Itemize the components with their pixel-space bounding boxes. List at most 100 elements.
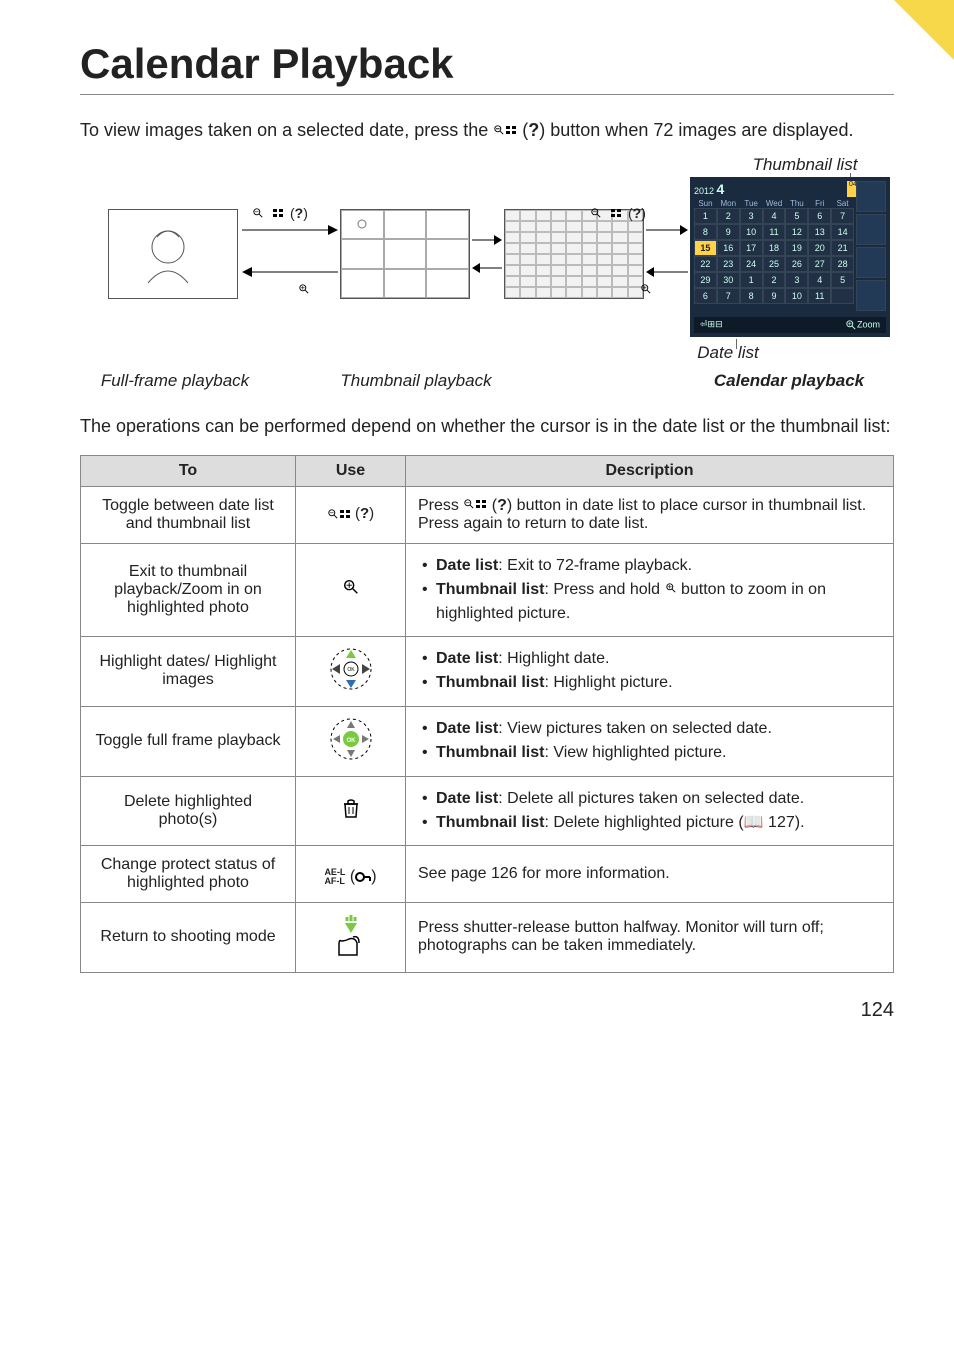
full-frame-caption: Full-frame playback xyxy=(100,371,250,391)
cell-to: Toggle between date list and thumbnail l… xyxy=(81,486,296,543)
help-glyph: ? xyxy=(497,497,507,514)
zoom-in-icon xyxy=(298,283,310,295)
cell-desc: See page 126 for more information. xyxy=(406,845,894,902)
thumbnail-icon xyxy=(272,207,284,219)
thumbnail-icon xyxy=(339,508,351,520)
dpad-ok-icon: OK xyxy=(329,717,373,761)
table-row: Return to shooting mode Press shutter-re… xyxy=(81,902,894,972)
thumbnail-icon xyxy=(475,498,487,510)
zoom-in-icon xyxy=(640,283,652,295)
thumbnail-playback-caption: Thumbnail playback xyxy=(316,371,516,391)
desc-text: : Exit to 72-frame playback. xyxy=(498,557,692,574)
cal-grid: 1234567 891011121314 15161718192021 2223… xyxy=(694,208,854,304)
grid-72-thumbnail xyxy=(504,209,644,299)
cell-desc: Date list: Exit to 72-frame playback. Th… xyxy=(406,543,894,636)
desc-bold: Thumbnail list xyxy=(436,744,544,761)
intro-text-c: ) button when 72 images are displayed. xyxy=(539,120,853,140)
operations-table: To Use Description Toggle between date l… xyxy=(80,455,894,973)
intro-paragraph: To view images taken on a selected date,… xyxy=(80,117,894,145)
zoom-in-arrow-label xyxy=(636,283,656,295)
title-underline xyxy=(80,94,894,95)
cell-desc: Date list: Highlight date. Thumbnail lis… xyxy=(406,636,894,706)
arrow-left-icon xyxy=(646,265,688,279)
cal-day-headers: Sun Mon Tue Wed Thu Fri Sat xyxy=(694,199,854,208)
desc-text: : View highlighted picture. xyxy=(544,744,726,761)
portrait-sketch-icon xyxy=(133,219,213,289)
desc-text: : View pictures taken on selected date. xyxy=(498,720,772,737)
cell-to: Delete highlighted photo(s) xyxy=(81,776,296,845)
cell-use: (?) xyxy=(296,486,406,543)
date-list-label: Date list xyxy=(688,343,768,363)
cal-thumbnail-strip xyxy=(856,181,886,313)
cell-to: Toggle full frame playback xyxy=(81,706,296,776)
cell-use xyxy=(296,543,406,636)
cell-use: OK xyxy=(296,706,406,776)
zoom-in-arrow-label xyxy=(294,283,314,295)
cal-day: Thu xyxy=(785,199,808,208)
cal-foot-icons: ⏎⊞⊟ xyxy=(700,319,723,330)
intro-text-a: To view images taken on a selected date,… xyxy=(80,120,493,140)
page-title: Calendar Playback xyxy=(80,40,894,88)
page-corner xyxy=(894,0,954,60)
table-row: Delete highlighted photo(s) Date list: D… xyxy=(81,776,894,845)
cal-foot-zoom: Zoom xyxy=(845,319,880,331)
desc-text: Press xyxy=(418,497,463,514)
zoom-out-icon xyxy=(463,498,475,510)
calendar-view: 2012 4 04/15/2012 Sun Mon Tue Wed Thu Fr… xyxy=(690,177,890,337)
cell-desc: Press shutter-release button halfway. Mo… xyxy=(406,902,894,972)
cal-day: Fri xyxy=(808,199,831,208)
desc-bold: Date list xyxy=(436,790,498,807)
thumbnail-list-label: Thumbnail list xyxy=(710,155,900,175)
cal-day: Mon xyxy=(717,199,740,208)
desc-text: : Press and hold xyxy=(544,581,664,598)
cal-day: Sun xyxy=(694,199,717,208)
arrow-left-icon xyxy=(472,261,502,275)
desc-text: : Delete all pictures taken on selected … xyxy=(498,790,804,807)
cell-to: Return to shooting mode xyxy=(81,902,296,972)
zoom-out-icon xyxy=(590,207,602,219)
zoom-in-icon xyxy=(665,582,677,594)
trash-icon xyxy=(342,798,360,818)
arrow-right-icon xyxy=(472,233,502,247)
playback-diagram: Thumbnail list (?) xyxy=(80,161,894,391)
table-row: Highlight dates/ Highlight images OK D xyxy=(81,636,894,706)
table-row: Exit to thumbnail playback/Zoom in on hi… xyxy=(81,543,894,636)
col-header-description: Description xyxy=(406,455,894,486)
cal-year: 2012 xyxy=(694,186,714,196)
col-header-use: Use xyxy=(296,455,406,486)
cell-to: Exit to thumbnail playback/Zoom in on hi… xyxy=(81,543,296,636)
desc-bold: Thumbnail list xyxy=(436,581,544,598)
table-row: Toggle full frame playback OK Date lis xyxy=(81,706,894,776)
cal-footer: ⏎⊞⊟ Zoom xyxy=(694,317,886,333)
cell-desc: Date list: View pictures taken on select… xyxy=(406,706,894,776)
desc-bold: Thumbnail list xyxy=(436,814,544,831)
zoom-out-icon xyxy=(493,124,505,136)
calendar-playback-caption: Calendar playback xyxy=(704,371,874,391)
cell-desc: Date list: Delete all pictures taken on … xyxy=(406,776,894,845)
desc-bold: Thumbnail list xyxy=(436,674,544,691)
cal-month: 4 xyxy=(717,181,725,197)
cell-to: Highlight dates/ Highlight images xyxy=(81,636,296,706)
desc-bold: Date list xyxy=(436,650,498,667)
desc-text: : Delete highlighted picture (📖 127). xyxy=(544,814,804,831)
col-header-to: To xyxy=(81,455,296,486)
zoom-out-arrow-label: (?) xyxy=(586,205,646,221)
desc-bold: Date list xyxy=(436,557,498,574)
zoom-out-icon xyxy=(327,508,339,520)
second-paragraph: The operations can be performed depend o… xyxy=(80,413,894,441)
thumbnail-icon xyxy=(505,124,517,136)
cell-use: AE-LAF-L () xyxy=(296,845,406,902)
cal-day: Sat xyxy=(831,199,854,208)
svg-text:OK: OK xyxy=(346,738,356,744)
page-number: 124 xyxy=(80,999,894,1022)
desc-text: : Highlight picture. xyxy=(544,674,672,691)
full-frame-thumbnail xyxy=(108,209,238,299)
help-glyph: ? xyxy=(528,120,539,140)
dpad-icon: OK xyxy=(329,647,373,691)
zoom-out-icon xyxy=(252,207,264,219)
cell-use: OK xyxy=(296,636,406,706)
desc-bold: Date list xyxy=(436,720,498,737)
svg-text:OK: OK xyxy=(347,667,355,673)
cell-use xyxy=(296,902,406,972)
table-row: Change protect status of highlighted pho… xyxy=(81,845,894,902)
